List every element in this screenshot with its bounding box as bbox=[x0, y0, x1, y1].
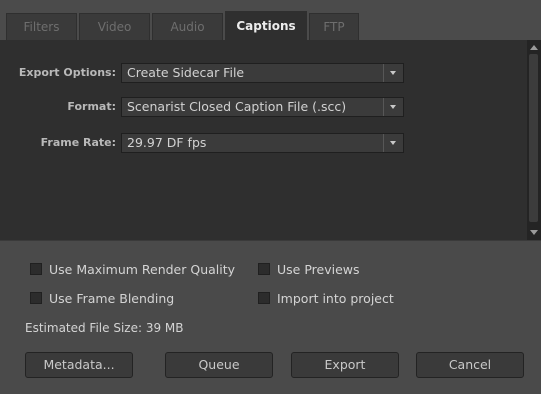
metadata-button[interactable]: Metadata... bbox=[25, 352, 133, 378]
export-options-row: Export Options: Create Sidecar File bbox=[0, 63, 527, 83]
frame-rate-row: Frame Rate: 29.97 DF fps bbox=[0, 133, 527, 153]
frame-blending-label[interactable]: Use Frame Blending bbox=[49, 291, 174, 307]
tab-captions[interactable]: Captions bbox=[225, 11, 307, 40]
format-label: Format: bbox=[67, 100, 116, 113]
format-select[interactable]: Scenarist Closed Caption File (.scc) bbox=[121, 97, 404, 117]
import-into-project-label[interactable]: Import into project bbox=[277, 291, 394, 307]
estimated-file-size: Estimated File Size: 39 MB bbox=[25, 321, 184, 335]
frame-rate-select[interactable]: 29.97 DF fps bbox=[121, 133, 404, 153]
captions-settings-panel: Export Options: Create Sidecar File Form… bbox=[0, 40, 527, 240]
format-row: Format: Scenarist Closed Caption File (.… bbox=[0, 97, 527, 117]
tab-bar: Filters Video Audio Captions FTP bbox=[0, 0, 541, 40]
tab-ftp[interactable]: FTP bbox=[309, 13, 359, 40]
panel-scrollbar[interactable] bbox=[527, 40, 541, 240]
format-value: Scenarist Closed Caption File (.scc) bbox=[127, 99, 347, 114]
frame-rate-value: 29.97 DF fps bbox=[127, 135, 207, 150]
frame-rate-label: Frame Rate: bbox=[40, 136, 116, 149]
max-render-quality-checkbox[interactable] bbox=[30, 263, 42, 275]
tab-audio[interactable]: Audio bbox=[152, 13, 223, 40]
chevron-down-icon[interactable] bbox=[383, 98, 403, 116]
export-button[interactable]: Export bbox=[291, 352, 399, 378]
divider bbox=[0, 240, 541, 241]
scroll-thumb[interactable] bbox=[529, 54, 538, 222]
export-options-select[interactable]: Create Sidecar File bbox=[121, 63, 404, 83]
use-previews-label[interactable]: Use Previews bbox=[277, 262, 360, 278]
chevron-down-icon[interactable] bbox=[383, 134, 403, 152]
scroll-down-arrow-icon[interactable] bbox=[530, 230, 538, 235]
max-render-quality-label[interactable]: Use Maximum Render Quality bbox=[49, 262, 235, 278]
queue-button[interactable]: Queue bbox=[165, 352, 273, 378]
frame-blending-checkbox[interactable] bbox=[30, 292, 42, 304]
tab-filters[interactable]: Filters bbox=[6, 13, 77, 40]
cancel-button[interactable]: Cancel bbox=[416, 352, 524, 378]
export-options-label: Export Options: bbox=[18, 66, 116, 79]
scroll-up-arrow-icon[interactable] bbox=[530, 45, 538, 50]
chevron-down-icon[interactable] bbox=[383, 64, 403, 82]
export-options-value: Create Sidecar File bbox=[127, 65, 245, 80]
tab-video[interactable]: Video bbox=[79, 13, 150, 40]
import-into-project-checkbox[interactable] bbox=[258, 292, 270, 304]
use-previews-checkbox[interactable] bbox=[258, 263, 270, 275]
